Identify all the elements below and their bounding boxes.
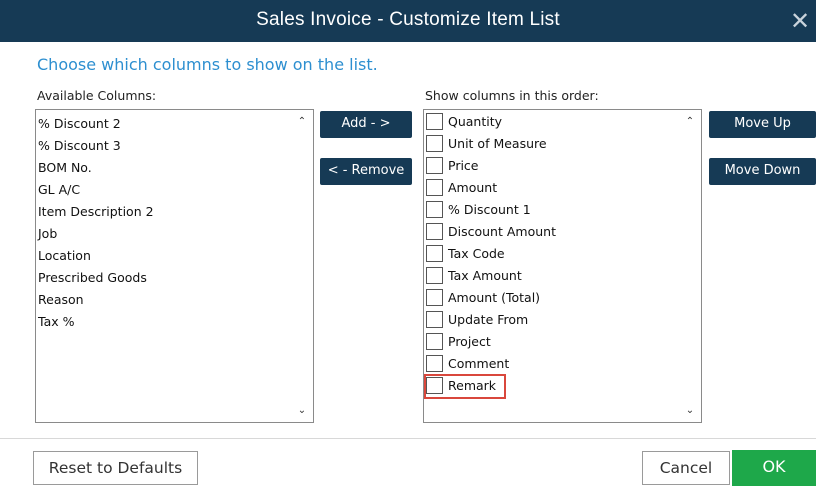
list-item-label: Tax Amount — [448, 268, 522, 283]
reset-to-defaults-button[interactable]: Reset to Defaults — [33, 451, 198, 485]
list-item[interactable]: % Discount 2 — [38, 113, 121, 135]
list-item[interactable]: GL A/C — [38, 179, 80, 201]
list-item[interactable]: Comment — [426, 353, 686, 375]
checkbox[interactable] — [426, 245, 443, 262]
checkbox[interactable] — [426, 113, 443, 130]
highlight-box — [424, 374, 506, 399]
list-item[interactable]: Prescribed Goods — [38, 267, 147, 289]
list-item[interactable]: Amount — [426, 177, 686, 199]
list-item-label: Unit of Measure — [448, 136, 547, 151]
remove-button[interactable]: < - Remove — [320, 158, 412, 185]
move-up-button[interactable]: Move Up — [709, 111, 816, 138]
list-item-label: Quantity — [448, 114, 503, 129]
title-bar: Sales Invoice - Customize Item List ✕ — [0, 0, 816, 42]
list-item-label: Amount — [448, 180, 498, 195]
list-item[interactable]: Reason — [38, 289, 84, 311]
available-columns-label: Available Columns: — [37, 88, 157, 103]
chevron-down-icon[interactable]: ⌄ — [295, 405, 309, 416]
list-item-label: Project — [448, 334, 491, 349]
list-item[interactable]: Location — [38, 245, 91, 267]
list-item-label: % Discount 1 — [448, 202, 531, 217]
window-title: Sales Invoice - Customize Item List — [256, 9, 560, 30]
chevron-down-icon[interactable]: ⌄ — [683, 405, 697, 416]
move-down-button[interactable]: Move Down — [709, 158, 816, 185]
list-item[interactable]: BOM No. — [38, 157, 92, 179]
list-item[interactable]: Tax Amount — [426, 265, 686, 287]
list-item[interactable]: Discount Amount — [426, 221, 686, 243]
list-item[interactable]: Update From — [426, 309, 686, 331]
list-item[interactable]: % Discount 1 — [426, 199, 686, 221]
list-item[interactable]: Amount (Total) — [426, 287, 686, 309]
checkbox[interactable] — [426, 355, 443, 372]
list-item[interactable]: Project — [426, 331, 686, 353]
list-item-label: Update From — [448, 312, 529, 327]
checkbox[interactable] — [426, 289, 443, 306]
footer-divider — [0, 438, 816, 439]
list-item[interactable]: Remark — [424, 374, 686, 399]
checkbox[interactable] — [426, 311, 443, 328]
list-item-label: Discount Amount — [448, 224, 556, 239]
list-item[interactable]: Tax % — [38, 311, 74, 333]
available-columns-list[interactable]: ⌃ ⌄ % Discount 2% Discount 3 BOM No. GL A/… — [35, 109, 314, 423]
list-item-label: Comment — [448, 356, 510, 371]
checkbox[interactable] — [426, 267, 443, 284]
list-item[interactable]: Job — [38, 223, 57, 245]
close-icon[interactable]: ✕ — [790, 6, 816, 36]
ok-button[interactable]: OK — [732, 450, 816, 486]
list-item-label: Price — [448, 158, 479, 173]
checkbox[interactable] — [426, 333, 443, 350]
checkbox[interactable] — [426, 179, 443, 196]
list-item[interactable]: Item Description 2 — [38, 201, 154, 223]
checkbox[interactable] — [426, 157, 443, 174]
checkbox[interactable] — [426, 135, 443, 152]
list-item[interactable]: % Discount 3 — [38, 135, 121, 157]
list-item[interactable]: Price — [426, 155, 686, 177]
dialog-heading: Choose which columns to show on the list… — [37, 55, 378, 74]
shown-columns-list[interactable]: ⌃ ⌄ Quantity Unit of Measure Price Amount% … — [423, 109, 702, 423]
list-item-label: Tax Code — [448, 246, 505, 261]
shown-columns-label: Show columns in this order: — [425, 88, 599, 103]
list-item[interactable]: Unit of Measure — [426, 133, 686, 155]
list-item[interactable]: Quantity — [426, 111, 686, 133]
list-item-label: Amount (Total) — [448, 290, 541, 305]
add-button[interactable]: Add - > — [320, 111, 412, 138]
checkbox[interactable] — [426, 201, 443, 218]
checkbox[interactable] — [426, 223, 443, 240]
list-item[interactable]: Tax Code — [426, 243, 686, 265]
cancel-button[interactable]: Cancel — [642, 451, 730, 485]
chevron-up-icon[interactable]: ⌃ — [295, 116, 309, 127]
